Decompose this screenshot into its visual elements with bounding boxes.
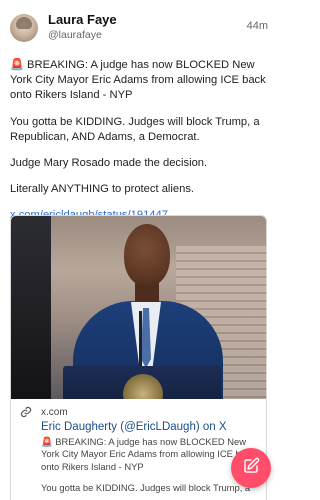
link-card-desc-paragraph: You gotta be KIDDING. Judges will block … (41, 482, 251, 494)
image-background (11, 216, 51, 399)
post-paragraph: Judge Mary Rosado made the decision. (10, 157, 208, 170)
link-card-title[interactable]: Eric Daugherty (@EricLDaugh) on X (41, 420, 258, 434)
author-display-name[interactable]: Laura Faye (48, 12, 247, 28)
link-card-desc-paragraph: 🚨 BREAKING: A judge has now BLOCKED New … (41, 436, 256, 472)
avatar[interactable] (10, 14, 38, 42)
author-handle[interactable]: @laurafaye (48, 28, 247, 42)
link-icon (19, 405, 33, 419)
post-timestamp[interactable]: 44m (247, 20, 268, 32)
link-card-domain: x.com (41, 406, 68, 418)
post-header: Laura Faye @laurafaye 44m (10, 12, 268, 52)
image-person-head (124, 224, 170, 286)
link-card[interactable]: x.com Eric Daugherty (@EricLDaugh) on X … (10, 215, 267, 500)
post-body: 🚨 BREAKING: A judge has now BLOCKED New … (10, 58, 268, 224)
image-microphone (139, 311, 142, 369)
link-card-description: 🚨 BREAKING: A judge has now BLOCKED New … (41, 436, 258, 495)
author-names: Laura Faye @laurafaye (48, 12, 247, 42)
link-card-meta: x.com Eric Daugherty (@EricLDaugh) on X … (11, 399, 266, 500)
link-card-domain-row: x.com (19, 405, 258, 419)
link-card-image[interactable] (11, 216, 266, 399)
post-paragraph: You gotta be KIDDING. Judges will block … (10, 115, 260, 143)
compose-button[interactable] (231, 448, 271, 488)
compose-icon (242, 457, 260, 480)
post-paragraph: Literally ANYTHING to protect aliens. (10, 183, 195, 196)
post-paragraph: 🚨 BREAKING: A judge has now BLOCKED New … (10, 59, 266, 102)
